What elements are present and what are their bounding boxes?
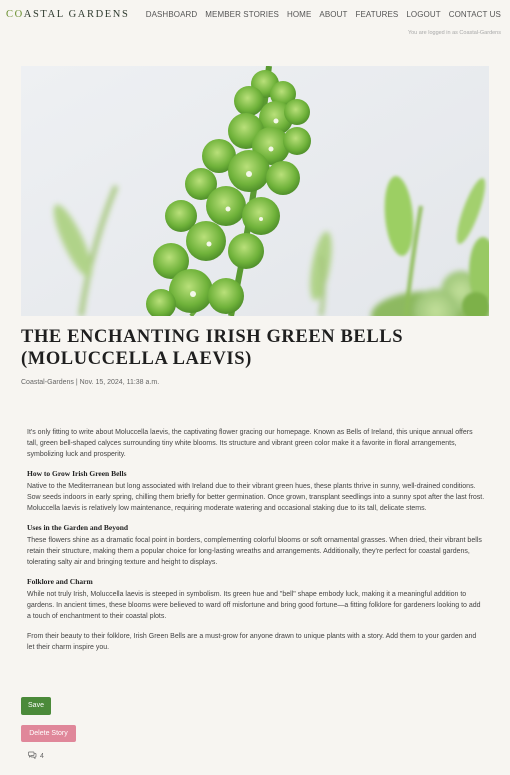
article-title: The Enchanting Irish Green Bells (Molucc… — [21, 327, 404, 369]
delete-story-button[interactable]: Delete Story — [21, 725, 76, 742]
comment-count-value: 4 — [40, 752, 44, 760]
nav-contact-us[interactable]: Contact Us — [449, 10, 501, 19]
nav-logout[interactable]: Logout — [406, 10, 440, 19]
article-meta: Coastal-Gardens | Nov. 15, 2024, 11:38 a… — [21, 379, 160, 386]
section-uses: Uses in the Garden and Beyond These flow… — [27, 523, 485, 568]
section-heading: How to Grow Irish Green Bells — [27, 469, 127, 478]
bells-of-ireland-illustration — [21, 66, 489, 316]
article-outro: From their beauty to their folklore, Iri… — [27, 633, 477, 651]
section-folklore: Folklore and Charm While not truly Irish… — [27, 577, 485, 622]
main-nav: Dashboard Member Stories Home About Feat… — [146, 10, 501, 19]
nav-home[interactable]: Home — [287, 10, 311, 19]
logo-text: astal Gardens — [23, 9, 130, 20]
comment-icon — [28, 751, 37, 761]
nav-features[interactable]: Features — [355, 10, 398, 19]
section-text: These flowers shine as a dramatic focal … — [27, 537, 482, 566]
article-intro: It's only fitting to write about Molucce… — [27, 429, 473, 458]
save-button[interactable]: Save — [21, 697, 51, 715]
hero-image — [21, 66, 489, 316]
logo-accent: Co — [6, 9, 24, 20]
section-heading: Folklore and Charm — [27, 577, 93, 586]
nav-member-stories[interactable]: Member Stories — [205, 10, 279, 19]
nav-dashboard[interactable]: Dashboard — [146, 10, 198, 19]
nav-about[interactable]: About — [319, 10, 347, 19]
site-logo[interactable]: Coastal Gardens — [6, 9, 129, 20]
section-text: While not truly Irish, Moluccella laevis… — [27, 591, 481, 620]
section-growing: How to Grow Irish Green Bells Native to … — [27, 469, 485, 514]
section-text: Native to the Mediterranean but long ass… — [27, 483, 485, 512]
section-heading: Uses in the Garden and Beyond — [27, 523, 129, 532]
article-body: It's only fitting to write about Molucce… — [27, 427, 485, 662]
comment-count[interactable]: 4 — [28, 751, 44, 761]
site-header: Coastal Gardens Dashboard Member Stories… — [0, 0, 510, 36]
login-status: You are logged in as Coastal-Gardens — [407, 30, 501, 36]
